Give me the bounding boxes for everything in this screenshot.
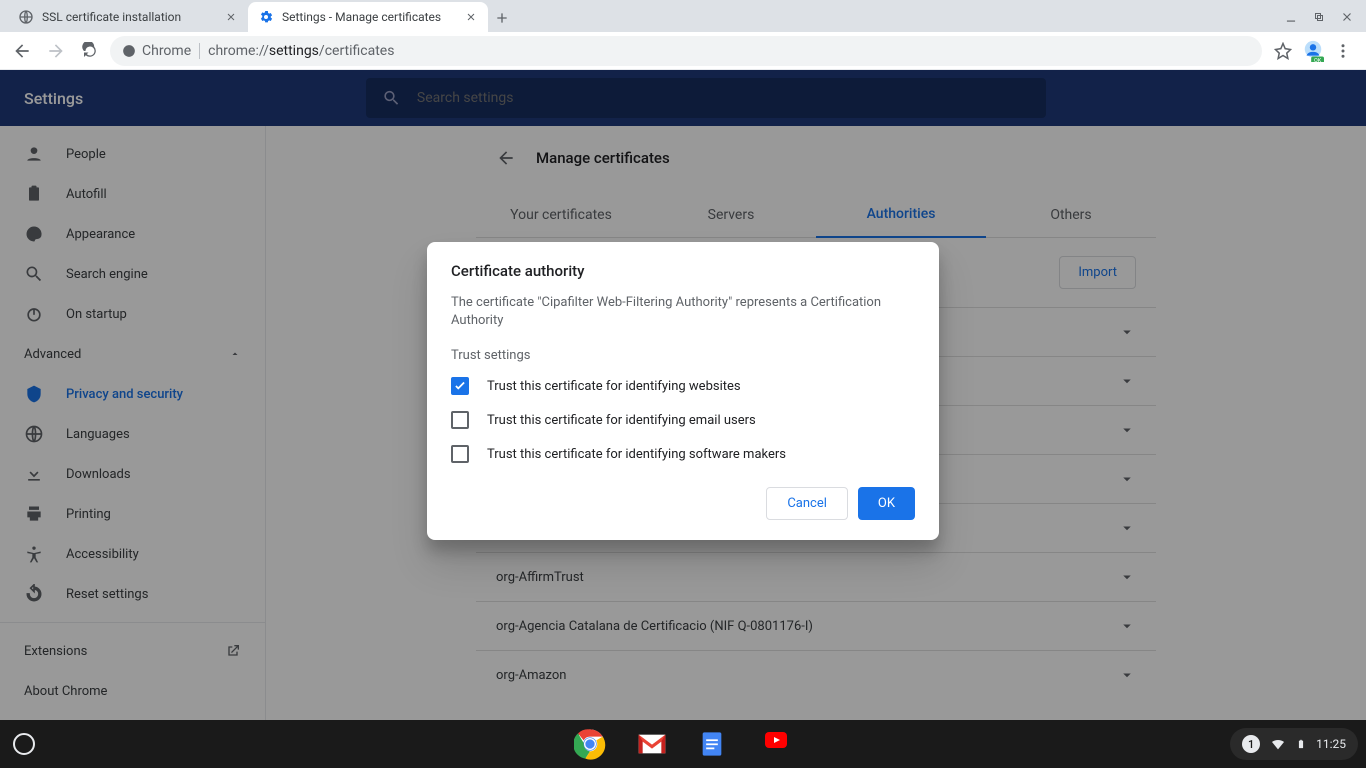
browser-tab[interactable]: SSL certificate installation [8, 2, 248, 32]
gmail-app-icon[interactable] [636, 728, 668, 760]
dialog-title: Certificate authority [451, 262, 915, 280]
svg-text:OK: OK [1314, 58, 1322, 62]
clock: 11:25 [1316, 737, 1346, 751]
launcher-button[interactable] [0, 720, 48, 768]
menu-icon[interactable] [1334, 42, 1352, 60]
window-controls [1284, 10, 1366, 32]
close-icon[interactable] [224, 10, 238, 24]
new-tab-button[interactable] [488, 4, 516, 32]
browser-tab[interactable]: Settings - Manage certificates [248, 2, 488, 32]
url-origin: Chrome [122, 43, 200, 59]
tab-title: Settings - Manage certificates [282, 10, 456, 24]
trust-option-label: Trust this certificate for identifying w… [487, 379, 741, 394]
cancel-button[interactable]: Cancel [766, 487, 848, 520]
gear-icon [258, 9, 274, 25]
minimize-icon[interactable] [1284, 10, 1298, 24]
tab-title: SSL certificate installation [42, 10, 216, 24]
avatar-icon[interactable]: OK [1302, 40, 1324, 62]
checkbox-checked-icon[interactable] [451, 377, 469, 395]
globe-icon [18, 9, 34, 25]
chrome-app-icon[interactable] [574, 728, 606, 760]
omnibox[interactable]: Chrome chrome://settings/certificates [110, 36, 1262, 66]
omnibox-prefix-label: Chrome [142, 43, 191, 59]
trust-software-row[interactable]: Trust this certificate for identifying s… [451, 445, 915, 463]
url-text: chrome://settings/certificates [208, 43, 394, 59]
maximize-icon[interactable] [1312, 10, 1326, 24]
wifi-icon [1270, 736, 1286, 752]
shelf: 1 11:25 [0, 720, 1366, 768]
trust-option-label: Trust this certificate for identifying e… [487, 413, 756, 428]
docs-app-icon[interactable] [698, 728, 730, 760]
trust-websites-row[interactable]: Trust this certificate for identifying w… [451, 377, 915, 395]
dialog-scrim: Certificate authority The certificate "C… [0, 70, 1366, 720]
certificate-authority-dialog: Certificate authority The certificate "C… [427, 242, 939, 540]
tab-strip: SSL certificate installation Settings - … [0, 0, 1366, 32]
status-tray[interactable]: 1 11:25 [1230, 728, 1358, 760]
launcher-icon [13, 733, 35, 755]
shelf-apps [574, 728, 792, 760]
checkbox-icon[interactable] [451, 445, 469, 463]
dialog-description: The certificate "Cipafilter Web-Filterin… [451, 294, 915, 330]
bookmark-icon[interactable] [1274, 42, 1292, 60]
ok-button[interactable]: OK [858, 487, 915, 520]
youtube-app-icon[interactable] [760, 728, 792, 760]
notification-badge: 1 [1242, 735, 1260, 753]
reload-button[interactable] [76, 37, 104, 65]
trust-email-row[interactable]: Trust this certificate for identifying e… [451, 411, 915, 429]
forward-button[interactable] [42, 37, 70, 65]
back-button[interactable] [8, 37, 36, 65]
address-bar: Chrome chrome://settings/certificates OK [0, 32, 1366, 70]
trust-option-label: Trust this certificate for identifying s… [487, 447, 786, 462]
close-icon[interactable] [464, 10, 478, 24]
dialog-subhead: Trust settings [451, 348, 915, 363]
battery-icon [1296, 736, 1306, 752]
close-window-icon[interactable] [1340, 10, 1354, 24]
checkbox-icon[interactable] [451, 411, 469, 429]
